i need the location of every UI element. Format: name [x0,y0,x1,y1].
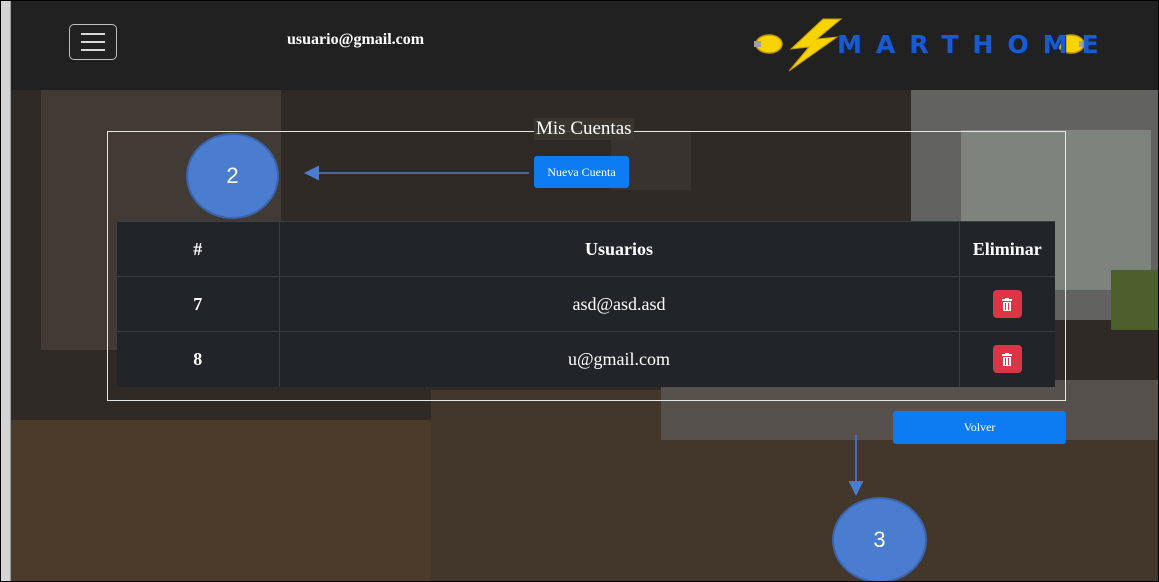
row-user: u@gmail.com [279,331,959,387]
delete-button[interactable] [992,290,1022,318]
row-user: asd@asd.asd [279,276,959,332]
callout-3: 3 [832,497,927,581]
app-frame: usuario@gmail.com MARTHOME Mis Cuentas N… [0,0,1159,582]
column-header-users: Usuarios [279,221,959,277]
column-header-delete: Eliminar [958,221,1055,277]
trash-icon [1002,297,1013,311]
user-email: usuario@gmail.com [287,31,425,48]
kitchen-background: Mis Cuentas Nueva Cuenta # Usuarios Elim… [11,90,1158,581]
column-header-id: # [117,221,280,277]
hamburger-menu-button[interactable] [69,24,117,60]
table-header-row: # Usuarios Eliminar [117,221,1055,277]
lightbulb-icon [754,34,783,54]
delete-button[interactable] [992,345,1022,374]
callout-2: 2 [186,133,279,219]
trash-icon [1002,352,1013,366]
table-row: 8 u@gmail.com [117,331,1055,387]
panel-title: Mis Cuentas [534,118,634,140]
row-id: 8 [117,331,280,387]
hamburger-icon [81,33,105,35]
lightning-bolt-icon [788,18,843,72]
window-edge [1,1,11,581]
table-row: 7 asd@asd.asd [117,276,1055,332]
accounts-table: # Usuarios Eliminar 7 asd@asd.asd 8 u@gm… [117,221,1055,387]
new-account-button[interactable]: Nueva Cuenta [534,156,629,188]
logo-wordmark: MARTHOME [837,30,1113,59]
back-button[interactable]: Volver [893,411,1066,444]
row-id: 7 [117,276,280,332]
